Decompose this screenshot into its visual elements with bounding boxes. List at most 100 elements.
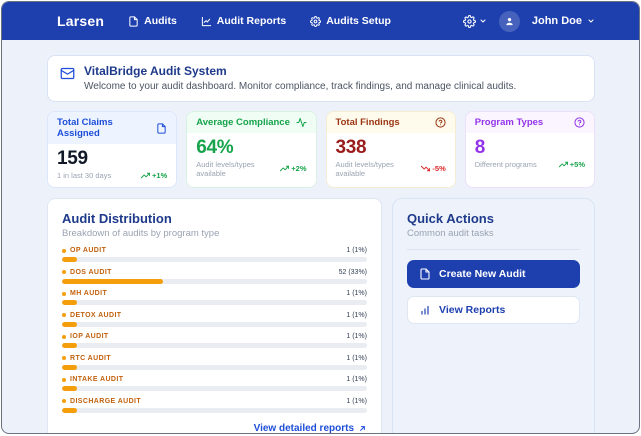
line-chart-icon xyxy=(201,16,212,27)
bullet-dot-icon xyxy=(62,270,66,274)
button-label: Create New Audit xyxy=(439,268,526,280)
distribution-row-label-wrap: IOP AUDIT xyxy=(62,333,109,340)
audit-distribution-subtitle: Breakdown of audits by program type xyxy=(62,228,367,239)
stat-card-average-compliance: Average Compliance 64% Audit levels/type… xyxy=(186,111,316,188)
distribution-row-header: INTAKE AUDIT 1 (1%) xyxy=(62,376,367,383)
stat-trend: +5% xyxy=(559,160,585,169)
distribution-row-value: 52 (33%) xyxy=(339,269,367,276)
distribution-row-header: OP AUDIT 1 (1%) xyxy=(62,247,367,254)
distribution-bar-fill xyxy=(62,386,77,391)
divider xyxy=(407,249,580,250)
stat-trend-value: +2% xyxy=(291,164,306,173)
create-new-audit-button[interactable]: Create New Audit xyxy=(407,260,580,288)
stat-subtitle: Different programs xyxy=(475,160,537,169)
bullet-dot-icon xyxy=(62,378,66,382)
file-icon xyxy=(156,123,167,134)
stat-trend: -5% xyxy=(421,164,445,173)
quick-actions-subtitle: Common audit tasks xyxy=(407,228,580,239)
stat-card-header: Total Findings xyxy=(327,112,455,133)
distribution-row-header: RTC AUDIT 1 (1%) xyxy=(62,355,367,362)
distribution-row-label: RTC AUDIT xyxy=(70,355,111,362)
distribution-bar-track xyxy=(62,386,367,391)
distribution-row-value: 1 (1%) xyxy=(346,312,367,319)
distribution-row-value: 1 (1%) xyxy=(346,333,367,340)
distribution-bar-track xyxy=(62,322,367,327)
stat-card-header: Program Types xyxy=(466,112,594,133)
distribution-bar-track xyxy=(62,257,367,262)
bullet-dot-icon xyxy=(62,292,66,296)
stat-card-total-claims: Total Claims Assigned 159 1 in last 30 d… xyxy=(47,111,177,188)
distribution-bar-track xyxy=(62,408,367,413)
stat-card-footer: Audit levels/types available -5% xyxy=(336,160,446,178)
stat-card-program-types: Program Types 8 Different programs +5% xyxy=(465,111,595,188)
navbar-right: John Doe xyxy=(463,11,595,32)
stat-card-header: Average Compliance xyxy=(187,112,315,133)
stat-subtitle: 1 in last 30 days xyxy=(57,171,111,180)
view-detailed-reports-link[interactable]: View detailed reports xyxy=(62,419,367,434)
distribution-rows: OP AUDIT 1 (1%) DOS AUDIT 52 (33%) MH AU… xyxy=(62,247,367,419)
stat-card-header: Total Claims Assigned xyxy=(48,112,176,144)
distribution-row-label: DETOX AUDIT xyxy=(70,312,121,319)
bullet-dot-icon xyxy=(62,356,66,360)
stat-title: Average Compliance xyxy=(196,117,290,128)
distribution-row: OP AUDIT 1 (1%) xyxy=(62,247,367,262)
trending-up-icon xyxy=(280,164,289,173)
distribution-bar-track xyxy=(62,365,367,370)
distribution-row-label-wrap: RTC AUDIT xyxy=(62,355,111,362)
stat-card-body: 159 1 in last 30 days +1% xyxy=(48,144,176,187)
avatar[interactable] xyxy=(499,11,520,32)
stat-value: 8 xyxy=(475,138,585,159)
distribution-row: RTC AUDIT 1 (1%) xyxy=(62,355,367,370)
welcome-text: VitalBridge Audit System Welcome to your… xyxy=(84,64,516,92)
settings-menu[interactable] xyxy=(463,15,487,28)
distribution-bar-track xyxy=(62,300,367,305)
welcome-banner: VitalBridge Audit System Welcome to your… xyxy=(47,55,595,102)
distribution-row: MH AUDIT 1 (1%) xyxy=(62,290,367,305)
stat-value: 338 xyxy=(336,138,446,159)
bullet-dot-icon xyxy=(62,249,66,253)
navbar: Larsen Audits Audit Reports Audits Setup xyxy=(2,2,639,40)
distribution-row-value: 1 (1%) xyxy=(346,247,367,254)
bullet-dot-icon xyxy=(62,335,66,339)
distribution-bar-fill xyxy=(62,408,77,413)
distribution-bar-fill xyxy=(62,322,77,327)
distribution-row-header: DOS AUDIT 52 (33%) xyxy=(62,269,367,276)
audit-distribution-title: Audit Distribution xyxy=(62,211,367,227)
stat-trend-value: +1% xyxy=(152,171,167,180)
bullet-dot-icon xyxy=(62,313,66,317)
user-name: John Doe xyxy=(532,15,582,27)
chevron-down-icon xyxy=(587,17,595,25)
welcome-title: VitalBridge Audit System xyxy=(84,64,516,79)
activity-icon xyxy=(296,117,307,128)
distribution-row-label: DOS AUDIT xyxy=(70,269,112,276)
mail-icon xyxy=(60,66,75,81)
arrow-up-right-icon xyxy=(358,424,367,433)
main-row: Audit Distribution Breakdown of audits b… xyxy=(47,198,595,434)
nav-item-audit-reports[interactable]: Audit Reports xyxy=(201,15,286,27)
distribution-row-label-wrap: DETOX AUDIT xyxy=(62,312,121,319)
stat-subtitle: Audit levels/types available xyxy=(336,160,422,178)
distribution-row-label-wrap: DISCHARGE AUDIT xyxy=(62,398,141,405)
stat-title: Program Types xyxy=(475,117,543,128)
nav-item-label: Audits xyxy=(144,15,177,27)
distribution-row: DETOX AUDIT 1 (1%) xyxy=(62,312,367,327)
brand-logo[interactable]: Larsen xyxy=(57,13,104,29)
nav-item-audits[interactable]: Audits xyxy=(128,15,177,27)
app-window: Larsen Audits Audit Reports Audits Setup xyxy=(1,1,640,434)
user-menu[interactable]: John Doe xyxy=(532,15,595,27)
stat-card-footer: Different programs +5% xyxy=(475,160,585,169)
stat-trend-value: +5% xyxy=(570,160,585,169)
nav-item-audits-setup[interactable]: Audits Setup xyxy=(310,15,391,27)
person-icon xyxy=(504,16,515,27)
distribution-row-header: IOP AUDIT 1 (1%) xyxy=(62,333,367,340)
stat-card-body: 8 Different programs +5% xyxy=(466,133,594,176)
distribution-bar-fill xyxy=(62,300,77,305)
stat-trend: +1% xyxy=(141,171,167,180)
distribution-bar-fill xyxy=(62,279,163,284)
stat-title: Total Findings xyxy=(336,117,400,128)
file-icon xyxy=(128,16,139,27)
gear-icon xyxy=(463,15,476,28)
view-reports-button[interactable]: View Reports xyxy=(407,296,580,324)
stat-title: Total Claims Assigned xyxy=(57,117,156,139)
distribution-row-label: DISCHARGE AUDIT xyxy=(70,398,141,405)
